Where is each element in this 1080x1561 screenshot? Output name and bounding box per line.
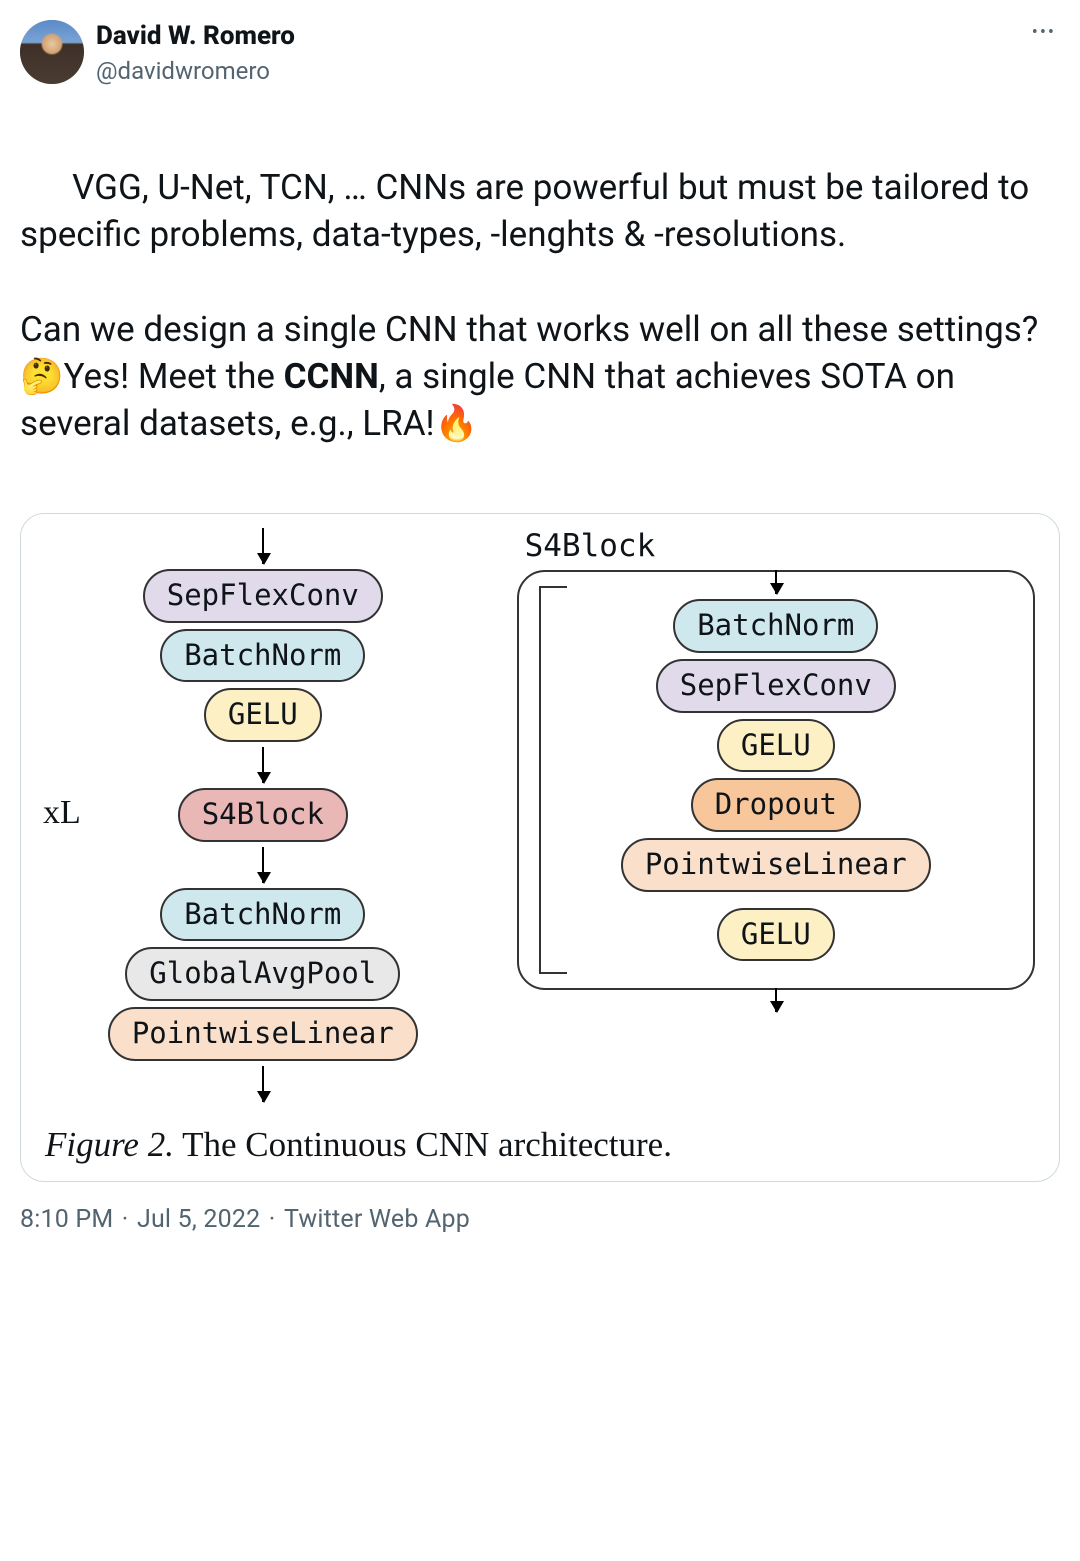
fire-emoji: 🔥 (435, 403, 479, 444)
author-handle: @davidwromero (96, 56, 1016, 87)
diagram-block-sepflexconv: SepFlexConv (143, 569, 383, 623)
author-name: David W. Romero (96, 20, 1016, 54)
diagram-block-pointwiselinear: PointwiseLinear (621, 838, 931, 892)
flow-arrow-icon (262, 847, 264, 883)
tweet-text-part1: VGG, U-Net, TCN, … CNNs are powerful but… (20, 167, 1038, 350)
diagram-block-gelu: GELU (717, 719, 835, 773)
diagram: SepFlexConvBatchNormGELU xL S4Block Batc… (45, 526, 1035, 1112)
figure-label: Figure 2. (45, 1125, 174, 1164)
diagram-block-sepflexconv: SepFlexConv (656, 659, 896, 713)
repeat-xL-label: xL (43, 791, 81, 835)
more-menu-icon[interactable]: ••• (1028, 20, 1060, 46)
tweet-media[interactable]: SepFlexConvBatchNormGELU xL S4Block Batc… (20, 513, 1060, 1182)
figure-caption-text: The Continuous CNN architecture. (174, 1125, 672, 1164)
figure-caption: Figure 2. The Continuous CNN architectur… (45, 1122, 1035, 1174)
s4block-title: S4Block (525, 526, 656, 566)
diagram-right-column: S4Block BatchNormSepFlexConvGELUDropoutP… (517, 526, 1035, 1014)
diagram-block-batchnorm: BatchNorm (673, 599, 878, 653)
diagram-block-batchnorm: BatchNorm (160, 629, 365, 683)
s4block-box: BatchNormSepFlexConvGELUDropoutPointwise… (517, 570, 1035, 990)
diagram-block-globalavgpool: GlobalAvgPool (125, 947, 400, 1001)
tweet-date[interactable]: Jul 5, 2022 (137, 1205, 260, 1234)
diagram-block-pointwiselinear: PointwiseLinear (108, 1007, 418, 1061)
tweet-container: David W. Romero @davidwromero ••• VGG, U… (0, 0, 1080, 1257)
diagram-block-gelu: GELU (717, 908, 835, 962)
diagram-block-s4block: S4Block (178, 788, 348, 842)
tweet-text: VGG, U-Net, TCN, … CNNs are powerful but… (20, 117, 1060, 495)
tweet-bold: CCNN (284, 356, 379, 397)
diagram-block-dropout: Dropout (691, 778, 861, 832)
tweet-header: David W. Romero @davidwromero ••• (20, 20, 1060, 87)
flow-arrow-icon (262, 528, 264, 564)
flow-arrow-icon (775, 988, 777, 1012)
diagram-block-gelu: GELU (204, 688, 322, 742)
tweet-meta: 8:10 PM · Jul 5, 2022 · Twitter Web App (20, 1204, 1060, 1237)
diagram-block-batchnorm: BatchNorm (160, 888, 365, 942)
skip-connection-line (539, 586, 567, 974)
tweet-time[interactable]: 8:10 PM (20, 1205, 113, 1234)
flow-arrow-icon (262, 747, 264, 783)
avatar[interactable] (20, 20, 84, 84)
tweet-source[interactable]: Twitter Web App (284, 1205, 470, 1234)
flow-arrow-icon (775, 570, 777, 594)
diagram-left-column: SepFlexConvBatchNormGELU xL S4Block Batc… (45, 526, 481, 1104)
thinking-emoji: 🤔 (20, 356, 64, 397)
author-block[interactable]: David W. Romero @davidwromero (96, 20, 1016, 87)
flow-arrow-icon (262, 1066, 264, 1102)
tweet-text-part2: Yes! Meet the (64, 356, 284, 397)
